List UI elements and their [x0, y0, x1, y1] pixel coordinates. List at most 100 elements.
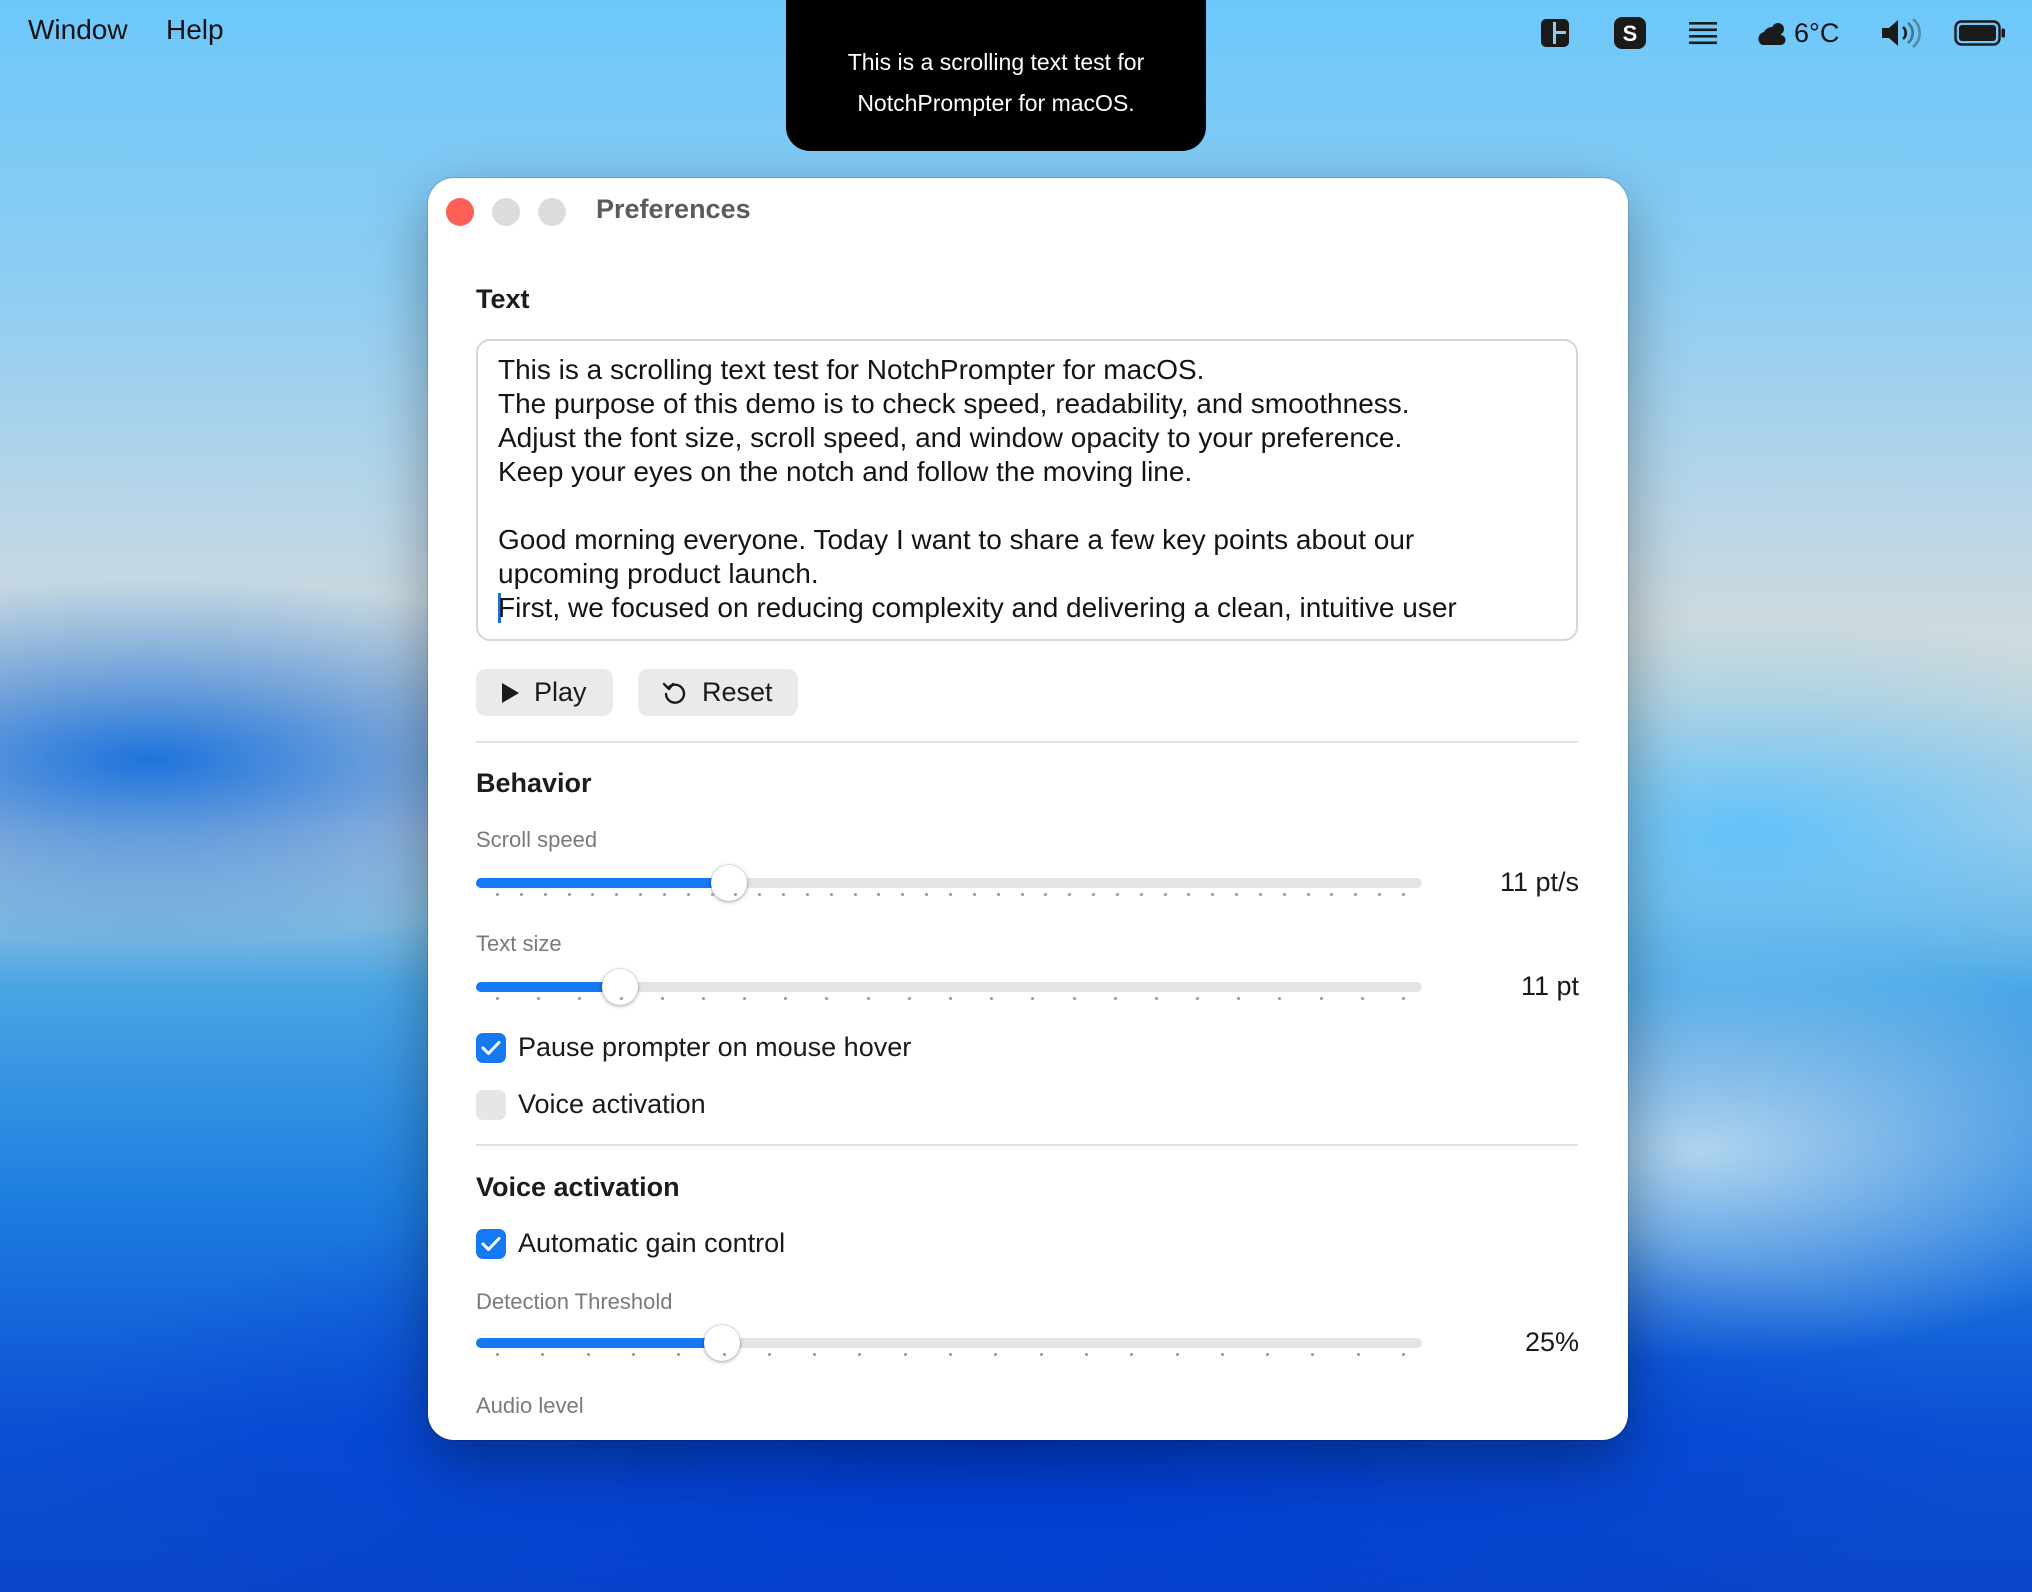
slider-tick: [877, 893, 881, 896]
slider-tick: [990, 997, 994, 1000]
slider-tick: [1402, 1353, 1405, 1356]
slider-tick: [996, 893, 1000, 896]
slider-tick: [1378, 893, 1382, 896]
close-button[interactable]: [446, 198, 474, 226]
slider-tick: [866, 997, 870, 1000]
slider-tick: [1282, 893, 1286, 896]
cloud-sun-icon: [1758, 23, 1786, 46]
slider-tick: [853, 893, 857, 896]
window-title: Preferences: [596, 194, 751, 224]
text-size-label: Text size: [476, 931, 562, 956]
s-app-icon[interactable]: S: [1614, 12, 1646, 54]
slider-tick: [591, 893, 595, 896]
reset-button[interactable]: Reset: [638, 669, 798, 716]
preferences-window: Preferences Text This is a scrolling tex…: [428, 178, 1628, 1440]
checkmark-icon: [481, 1040, 501, 1055]
slider-tick: [519, 893, 523, 896]
slider-tick: [1220, 1353, 1224, 1356]
pause-on-hover-row[interactable]: Pause prompter on mouse hover: [476, 1032, 911, 1063]
battery-icon[interactable]: [1954, 12, 2006, 54]
text-size-slider[interactable]: [476, 969, 1422, 1005]
pause-on-hover-checkbox[interactable]: [476, 1032, 506, 1063]
notch-prompter: This is a scrolling text test for NotchP…: [786, 0, 1206, 151]
slider-tick: [805, 893, 809, 896]
voice-activation-row[interactable]: Voice activation: [476, 1089, 706, 1120]
slider-tick: [1330, 893, 1334, 896]
slider-tick: [1278, 997, 1282, 1000]
slider-tick: [496, 1353, 499, 1356]
slider-tick: [1113, 997, 1117, 1000]
slider-tick: [710, 893, 714, 896]
threshold-label: Detection Threshold: [476, 1289, 673, 1314]
text-line: Adjust the font size, scroll speed, and …: [498, 422, 1403, 453]
slider-tick: [1044, 893, 1048, 896]
slider-fill: [476, 982, 620, 992]
text-line: The purpose of this demo is to check spe…: [498, 388, 1410, 419]
layout-icon[interactable]: [1540, 12, 1570, 54]
slider-tick: [1163, 893, 1167, 896]
slider-tick: [686, 893, 690, 896]
svg-text:S: S: [1623, 21, 1638, 46]
notch-text-line-1: This is a scrolling text test for: [847, 48, 1145, 75]
slider-tick: [1072, 997, 1076, 1000]
slider-tick: [496, 893, 499, 896]
play-button[interactable]: Play: [476, 669, 613, 716]
prompter-text-area[interactable]: This is a scrolling text test for NotchP…: [476, 339, 1578, 641]
voice-section-title: Voice activation: [476, 1172, 680, 1202]
slider-tick: [767, 1353, 771, 1356]
agc-row[interactable]: Automatic gain control: [476, 1228, 785, 1259]
voice-activation-checkbox[interactable]: [476, 1089, 506, 1120]
slider-tick: [901, 893, 905, 896]
checkmark-icon: [481, 1236, 501, 1251]
slider-tick: [660, 997, 664, 1000]
slider-tick: [586, 1353, 590, 1356]
reset-icon: [662, 682, 686, 704]
slider-tick: [1319, 997, 1323, 1000]
threshold-value: 25%: [1524, 1327, 1579, 1357]
scroll-speed-value: 11 pt/s: [1499, 867, 1579, 897]
menu-help[interactable]: Help: [166, 14, 224, 46]
slider-tick: [734, 893, 738, 896]
slider-tick: [615, 893, 619, 896]
slider-tick: [1196, 997, 1200, 1000]
scroll-speed-label: Scroll speed: [476, 827, 598, 852]
slider-fill: [476, 878, 729, 888]
list-icon[interactable]: [1688, 12, 1718, 54]
slider-tick: [1237, 997, 1241, 1000]
threshold-slider[interactable]: [476, 1325, 1422, 1361]
slider-tick: [631, 1353, 635, 1356]
slider-tick: [1211, 893, 1215, 896]
reset-label: Reset: [702, 677, 773, 707]
volume-icon[interactable]: [1880, 12, 1922, 54]
scroll-speed-ticks: [476, 893, 1422, 897]
slider-tick: [1360, 997, 1364, 1000]
scroll-speed-slider[interactable]: [476, 865, 1422, 901]
slider-tick: [677, 1353, 681, 1356]
slider-tick: [1175, 1353, 1179, 1356]
slider-tick: [619, 997, 623, 1000]
slider-tick: [1266, 1353, 1270, 1356]
weather-widget[interactable]: 6°C: [1754, 12, 1839, 54]
slider-tick: [1068, 893, 1072, 896]
slider-tick: [567, 893, 571, 896]
slider-tick: [1235, 893, 1239, 896]
slider-tick: [543, 893, 547, 896]
minimize-button[interactable]: [492, 198, 520, 226]
menu-window[interactable]: Window: [28, 14, 128, 46]
text-line: Good morning everyone. Today I want to s…: [498, 524, 1415, 555]
slider-tick: [949, 997, 952, 1000]
slider-tick: [813, 1353, 817, 1356]
slider-tick: [1402, 997, 1405, 1000]
slider-tick: [825, 997, 829, 1000]
slider-tick: [758, 893, 762, 896]
agc-label: Automatic gain control: [518, 1228, 786, 1258]
slider-tick: [1084, 1353, 1088, 1356]
agc-checkbox[interactable]: [476, 1228, 506, 1259]
zoom-button[interactable]: [538, 198, 566, 226]
slider-tick: [1306, 893, 1310, 896]
play-icon: [502, 682, 519, 703]
slider-tick: [701, 997, 705, 1000]
text-line: upcoming product launch.: [498, 558, 819, 589]
temperature-text: 6°C: [1794, 17, 1840, 48]
slider-tick: [722, 1353, 726, 1356]
